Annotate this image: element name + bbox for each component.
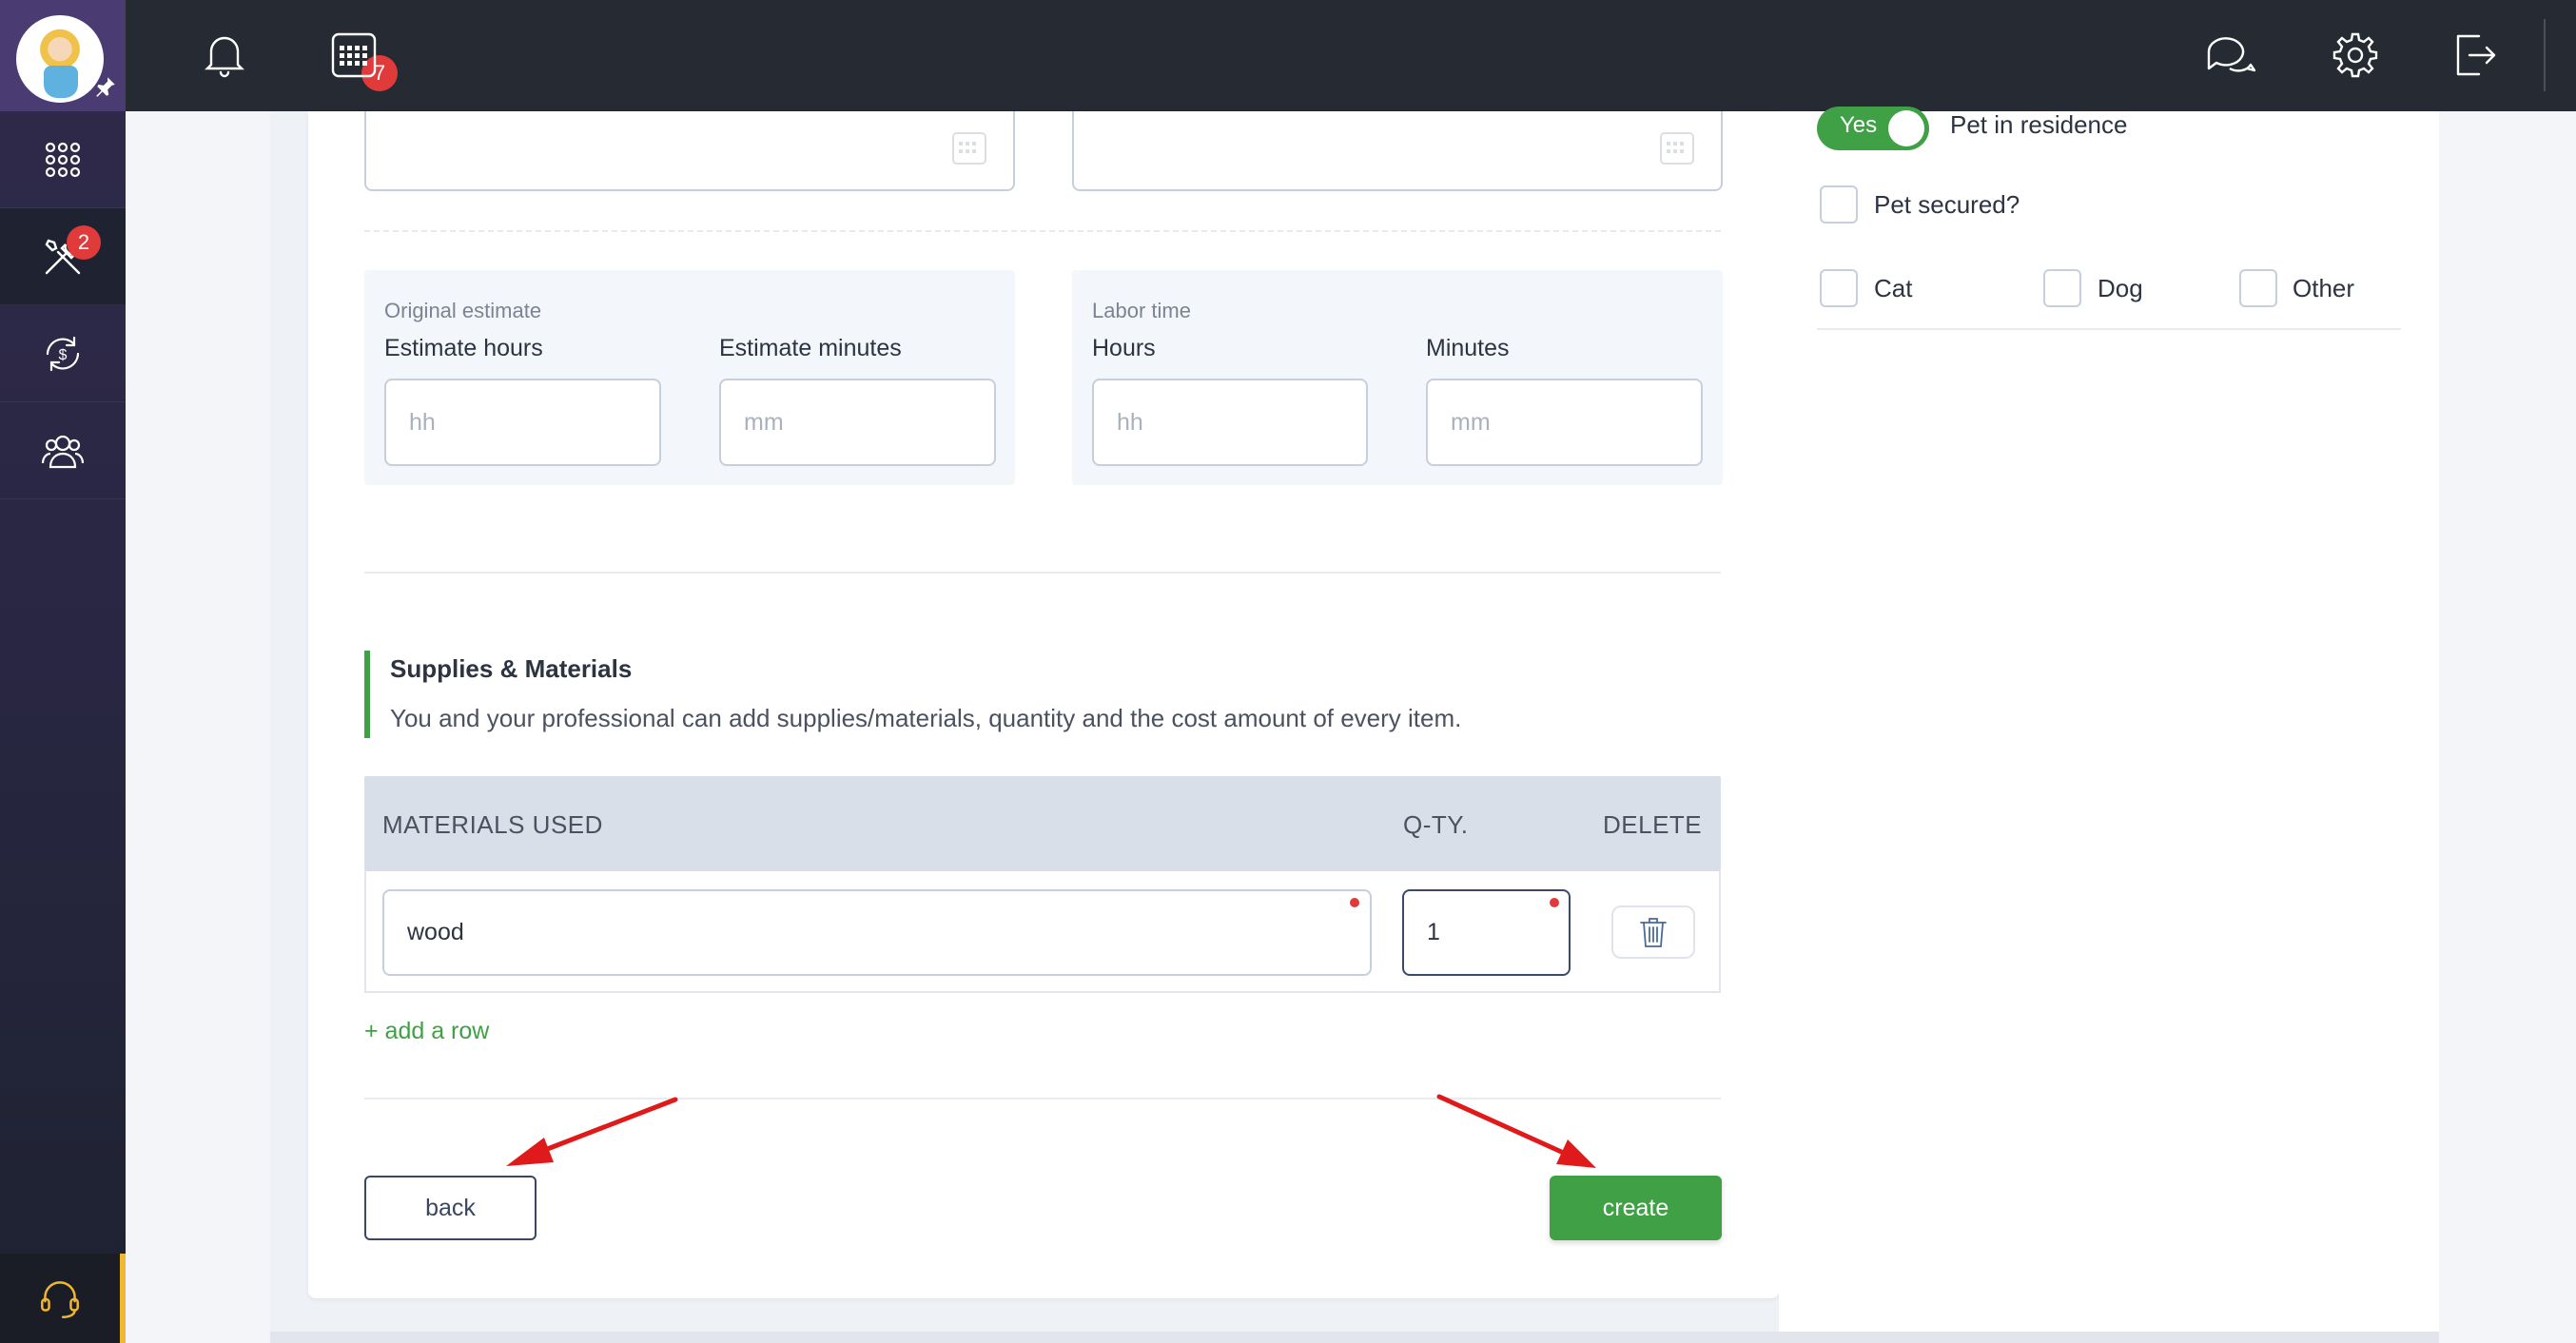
toggle-knob bbox=[1888, 110, 1924, 146]
back-button[interactable]: back bbox=[364, 1176, 537, 1240]
add-row-link[interactable]: + add a row bbox=[364, 1018, 489, 1045]
sidebar-item-apps[interactable] bbox=[0, 111, 126, 208]
create-button[interactable]: create bbox=[1550, 1176, 1722, 1240]
labor-hours-input[interactable] bbox=[1092, 379, 1368, 466]
pet-in-residence-label: Pet in residence bbox=[1950, 110, 2128, 139]
page-bottom-strip bbox=[270, 1332, 2439, 1343]
sidebar-item-tools[interactable]: 2 bbox=[0, 208, 126, 305]
cat-label: Cat bbox=[1874, 274, 1913, 302]
dog-checkbox[interactable] bbox=[2043, 269, 2081, 307]
estimate-minutes-input[interactable] bbox=[719, 379, 996, 466]
supplies-description: You and your professional can add suppli… bbox=[390, 704, 1462, 732]
other-label: Other bbox=[2293, 274, 2355, 302]
column-delete: DELETE bbox=[1603, 810, 1703, 839]
dashed-divider bbox=[364, 230, 1721, 232]
chat-icon[interactable] bbox=[2201, 27, 2258, 84]
team-icon bbox=[41, 435, 85, 468]
pets-divider bbox=[1817, 328, 2401, 330]
sidebar-item-billing[interactable]: $ bbox=[0, 305, 126, 402]
apps-grid-icon bbox=[45, 142, 81, 177]
section-divider bbox=[364, 1098, 1721, 1100]
avatar[interactable] bbox=[16, 15, 104, 103]
support-button[interactable] bbox=[0, 1254, 126, 1343]
calendar-icon[interactable] bbox=[325, 27, 382, 84]
column-quantity: Q-TY. bbox=[1403, 810, 1469, 839]
labor-time-caption: Labor time bbox=[1092, 299, 1191, 322]
supplies-title: Supplies & Materials bbox=[390, 654, 633, 683]
topbar-divider bbox=[2544, 19, 2546, 91]
labor-minutes-label: Minutes bbox=[1426, 335, 1510, 361]
toggle-value: Yes bbox=[1840, 112, 1878, 138]
sidebar: 2 $ bbox=[0, 0, 126, 1343]
bell-icon[interactable] bbox=[196, 27, 253, 84]
dog-label: Dog bbox=[2098, 274, 2143, 302]
svg-text:$: $ bbox=[59, 347, 68, 363]
material-name-input[interactable] bbox=[382, 889, 1372, 976]
calendar-icon bbox=[952, 132, 986, 165]
cat-checkbox[interactable] bbox=[1820, 269, 1858, 307]
gear-icon[interactable] bbox=[2327, 27, 2384, 84]
section-accent-bar bbox=[364, 651, 370, 738]
pet-secured-label: Pet secured? bbox=[1874, 190, 2020, 219]
trash-icon bbox=[1640, 918, 1667, 947]
quantity-input[interactable] bbox=[1402, 889, 1571, 976]
start-date-field[interactable] bbox=[364, 111, 1015, 191]
required-indicator bbox=[1350, 898, 1359, 907]
logout-icon[interactable] bbox=[2445, 27, 2502, 84]
estimate-minutes-label: Estimate minutes bbox=[719, 335, 902, 361]
required-indicator bbox=[1550, 898, 1559, 907]
headset-icon bbox=[41, 1281, 79, 1319]
sidebar-item-team[interactable] bbox=[0, 402, 126, 499]
other-checkbox[interactable] bbox=[2239, 269, 2277, 307]
original-estimate-caption: Original estimate bbox=[384, 299, 542, 322]
section-divider bbox=[364, 572, 1721, 574]
delete-row-button[interactable] bbox=[1611, 905, 1695, 959]
tools-badge: 2 bbox=[67, 225, 101, 260]
estimate-hours-label: Estimate hours bbox=[384, 335, 543, 361]
topbar: 7 bbox=[126, 0, 2576, 111]
pet-secured-checkbox[interactable] bbox=[1820, 185, 1858, 224]
pin-icon[interactable] bbox=[93, 74, 118, 99]
column-materials-used: MATERIALS USED bbox=[382, 810, 603, 839]
labor-hours-label: Hours bbox=[1092, 335, 1156, 361]
billing-cycle-icon: $ bbox=[46, 336, 80, 371]
labor-minutes-input[interactable] bbox=[1426, 379, 1703, 466]
calendar-icon bbox=[1660, 132, 1694, 165]
sidebar-header bbox=[0, 0, 126, 111]
end-date-field[interactable] bbox=[1072, 111, 1723, 191]
estimate-hours-input[interactable] bbox=[384, 379, 661, 466]
